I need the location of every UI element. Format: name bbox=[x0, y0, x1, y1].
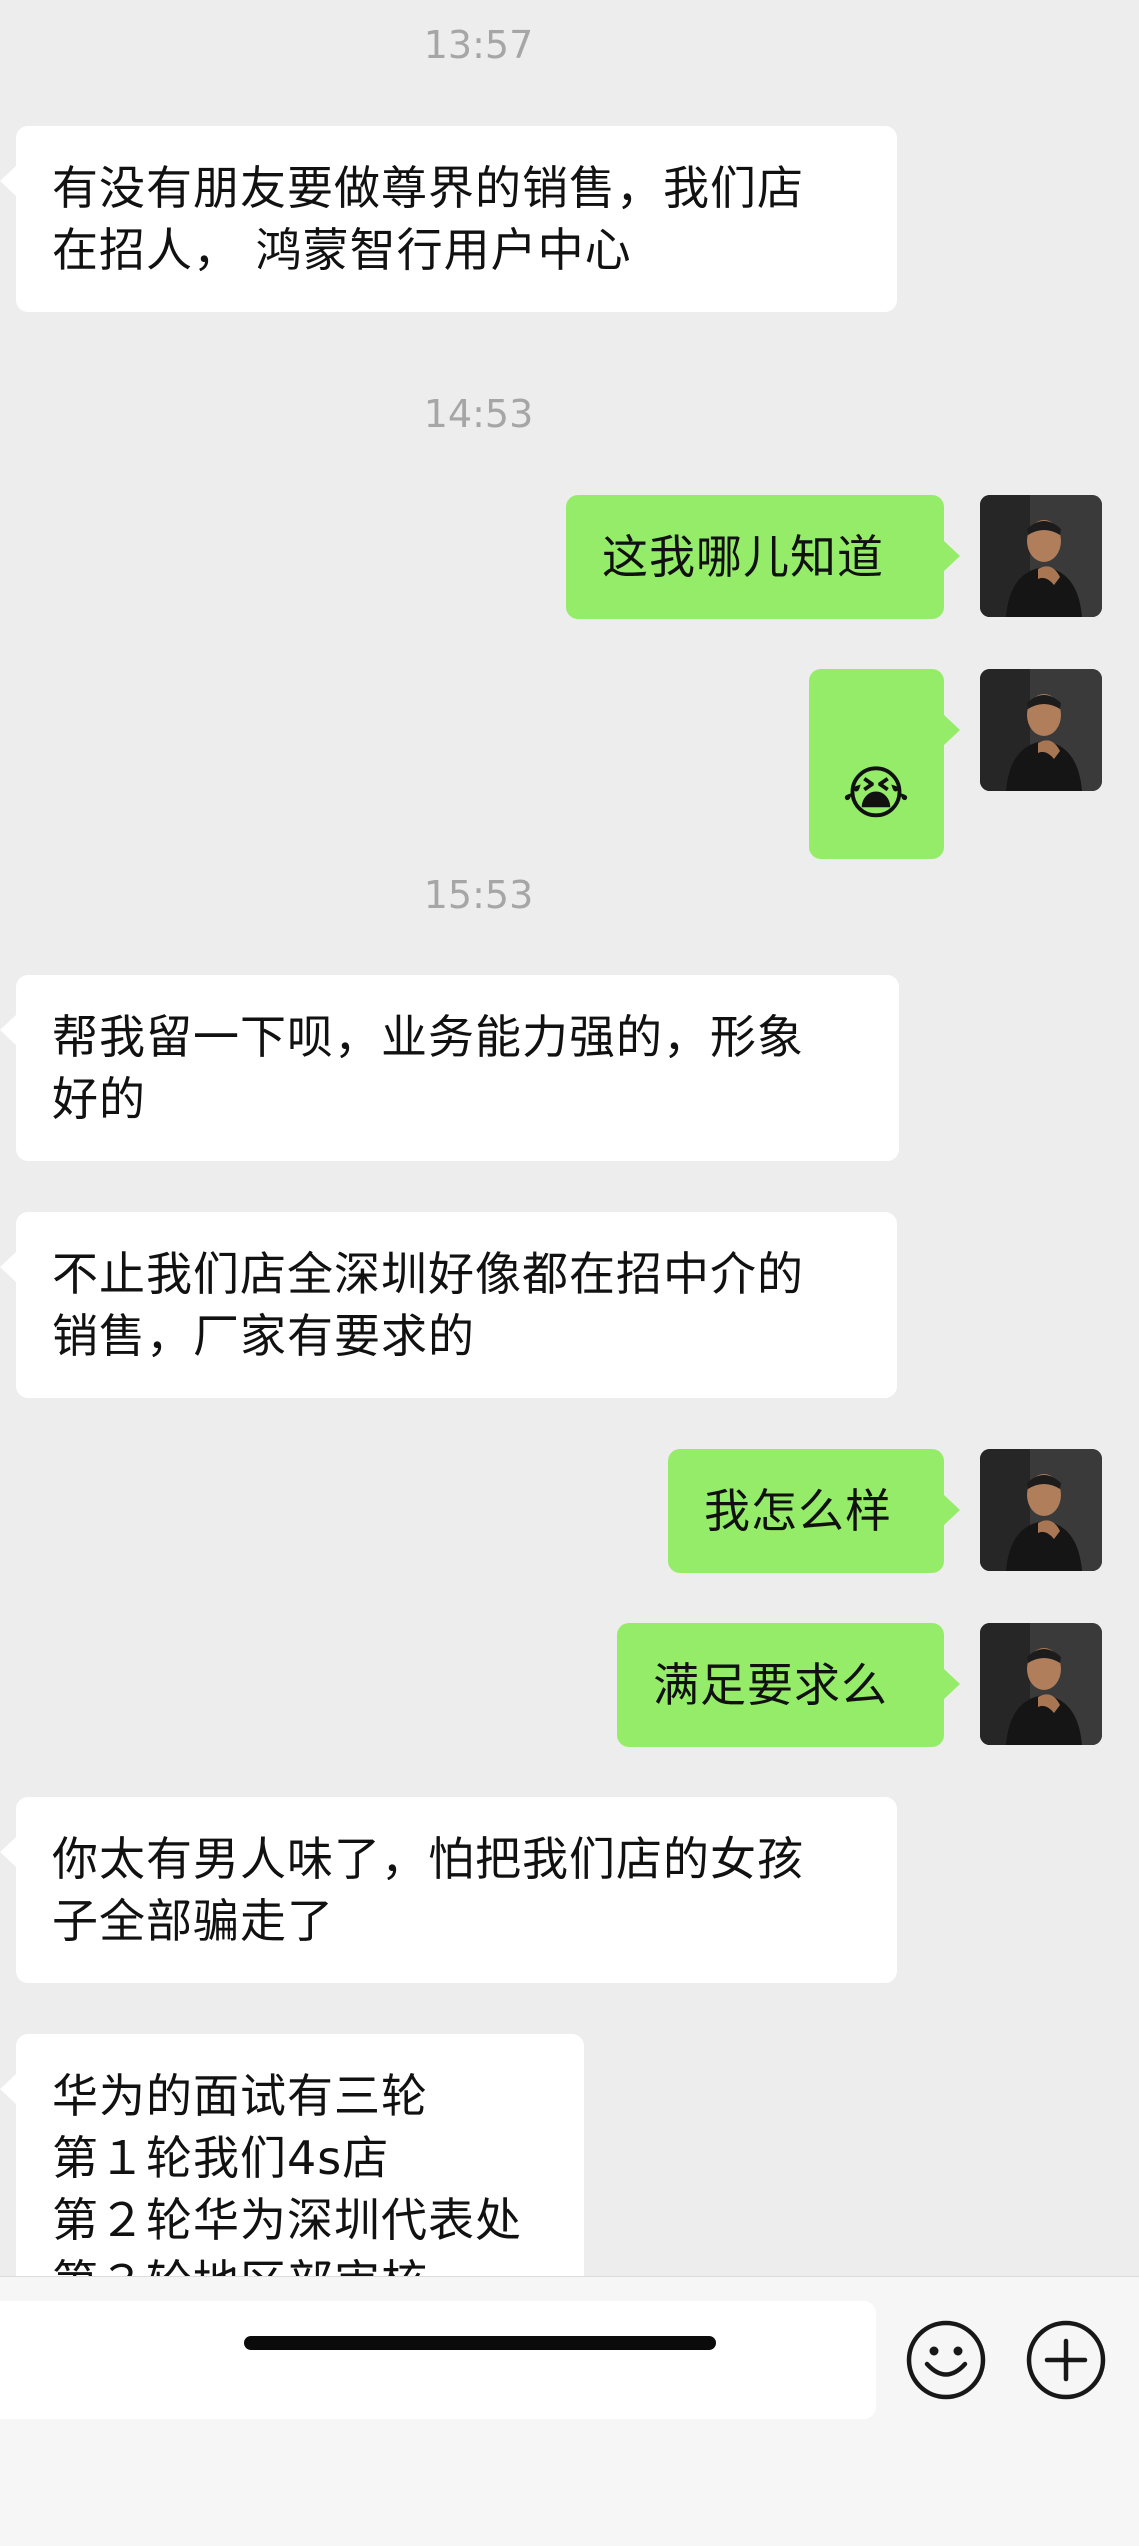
incoming-message[interactable]: 你太有男人味了，怕把我们店的女孩 子全部骗走了 bbox=[0, 1797, 897, 1983]
avatar-photo bbox=[980, 1623, 1102, 1745]
user-avatar[interactable] bbox=[980, 1449, 1102, 1571]
message-input[interactable] bbox=[0, 2301, 876, 2419]
incoming-message[interactable]: 有没有朋友要做尊界的销售，我们店 在招人， 鸿蒙智行用户中心 bbox=[0, 126, 897, 312]
outgoing-sticker-message[interactable]: 😭 bbox=[809, 669, 960, 859]
user-avatar[interactable] bbox=[980, 1623, 1102, 1745]
user-avatar[interactable] bbox=[980, 495, 1102, 617]
avatar-photo bbox=[980, 495, 1102, 617]
outgoing-message[interactable]: 满足要求么 bbox=[617, 1623, 960, 1747]
avatar-photo bbox=[980, 1449, 1102, 1571]
laughing-crying-emoji-icon: 😭 bbox=[842, 759, 911, 827]
avatar-photo bbox=[980, 669, 1102, 791]
timestamp: 15:53 bbox=[423, 873, 534, 917]
outgoing-message[interactable]: 这我哪儿知道 bbox=[566, 495, 960, 619]
user-avatar[interactable] bbox=[980, 669, 1102, 791]
emoji-button[interactable] bbox=[905, 2319, 987, 2401]
more-options-button[interactable] bbox=[1025, 2319, 1107, 2401]
incoming-message[interactable]: 华为的面试有三轮 第１轮我们4s店 第２轮华为深圳代表处 第３轮地区部审核 bbox=[0, 2034, 584, 2276]
outgoing-message[interactable]: 我怎么样 bbox=[668, 1449, 960, 1573]
timestamp: 13:57 bbox=[423, 23, 534, 67]
message-input-bar bbox=[0, 2276, 1139, 2546]
chat-message-list[interactable]: 13:57 有没有朋友要做尊界的销售，我们店 在招人， 鸿蒙智行用户中心 14:… bbox=[0, 0, 1139, 2276]
home-indicator[interactable] bbox=[244, 2336, 716, 2350]
plus-circle-icon bbox=[1026, 2320, 1106, 2400]
emoji-face-icon bbox=[906, 2320, 986, 2400]
incoming-message[interactable]: 不止我们店全深圳好像都在招中介的 销售，厂家有要求的 bbox=[0, 1212, 897, 1398]
incoming-message[interactable]: 帮我留一下呗，业务能力强的，形象 好的 bbox=[0, 975, 899, 1161]
timestamp: 14:53 bbox=[423, 392, 534, 436]
